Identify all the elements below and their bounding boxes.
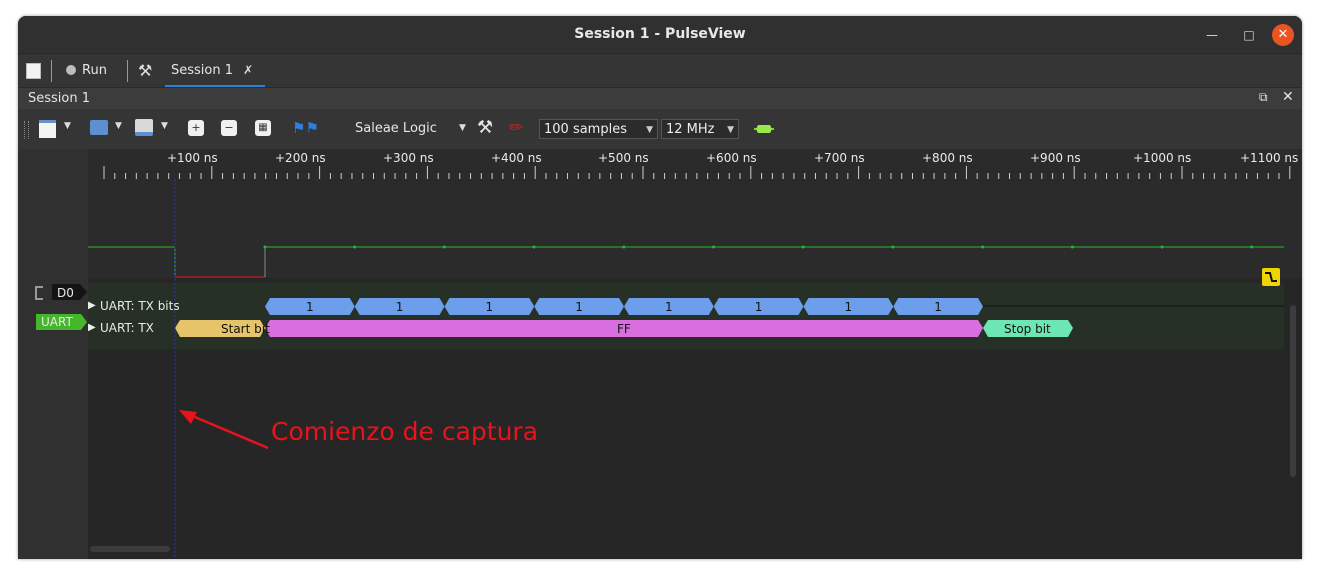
sample-dot	[1160, 245, 1164, 249]
tick-label: +900 ns	[1030, 151, 1081, 165]
open-file-icon[interactable]	[90, 120, 108, 135]
horizontal-scrollbar[interactable]	[90, 546, 170, 552]
close-button[interactable]: ✕	[1272, 24, 1294, 46]
tab-label: Session 1	[171, 63, 234, 78]
tick-label: +1000 ns	[1133, 151, 1192, 165]
device-config-icon[interactable]: ⚒	[477, 117, 493, 138]
uart-badge-text: UART	[41, 315, 73, 329]
probe-icon[interactable]: ✏	[509, 118, 523, 138]
trace-view[interactable]: 1 1 1 1 1 1 1 1 Start bit FF Stop bit Comienzo …	[88, 179, 1302, 559]
sample-dot	[891, 245, 895, 249]
session-dock-title: Session 1	[28, 91, 91, 106]
sample-rate-select[interactable]: 12 MHz ▼	[661, 119, 739, 139]
sample-dot	[1070, 245, 1074, 249]
sample-rate-value: 12 MHz	[666, 122, 715, 137]
annotation-text: Comienzo de captura	[271, 417, 539, 446]
tab-pin-icon[interactable]: ✗	[243, 63, 253, 77]
trigger-falling-edge-icon[interactable]	[1262, 268, 1280, 286]
zoom-in-icon[interactable]: +	[188, 120, 204, 136]
tick-label: +700 ns	[814, 151, 865, 165]
undock-icon[interactable]: ⧉	[1259, 90, 1268, 105]
sample-dot	[532, 245, 536, 249]
settings-tools-icon[interactable]: ⚒	[138, 61, 152, 80]
sample-dot	[442, 245, 446, 249]
tick-label: +200 ns	[275, 151, 326, 165]
device-selector[interactable]: Saleae Logic	[355, 121, 437, 136]
save-file-icon[interactable]	[135, 119, 153, 136]
tx-row-label: UART: TX	[100, 321, 154, 335]
chevron-down-icon: ▼	[646, 125, 653, 135]
sample-dot	[353, 245, 357, 249]
session-toolbar: ▼ ▼ ▼ + − ▦ ⚑⚑ Saleae Logic ▼ ⚒ ✏ 100 sa…	[18, 109, 1302, 149]
run-label: Run	[82, 63, 107, 78]
tick-label: +300 ns	[383, 151, 434, 165]
dock-close-icon[interactable]: ✕	[1282, 89, 1294, 105]
sample-dot	[1250, 245, 1254, 249]
cursor-markers-icon[interactable]: ⚑⚑	[292, 119, 319, 137]
annotation-arrow	[182, 410, 269, 450]
arrowhead-icon	[179, 410, 197, 424]
chevron-down-icon[interactable]: ▼	[115, 121, 122, 131]
add-decoder-icon[interactable]	[754, 123, 774, 133]
title-bar: Session 1 - PulseView — □ ✕	[18, 16, 1302, 53]
stop-bit-text: Stop bit	[1004, 322, 1051, 336]
tick-label: +500 ns	[598, 151, 649, 165]
time-ruler: +100 ns +200 ns +300 ns +400 ns +500 ns …	[88, 149, 1302, 179]
new-session-icon[interactable]	[26, 63, 41, 79]
tx-bit-value: 1	[934, 300, 942, 314]
tick-label: +400 ns	[491, 151, 542, 165]
session-dock-bar: Session 1 ⧉ ✕	[18, 87, 1302, 110]
tx-bit-value: 1	[665, 300, 673, 314]
device-dropdown-chevron-icon[interactable]: ▼	[459, 123, 466, 133]
tx-bit-value: 1	[306, 300, 314, 314]
run-button[interactable]: Run	[66, 54, 107, 87]
sample-count-select[interactable]: 100 samples ▼	[539, 119, 658, 139]
tx-bit-value: 1	[755, 300, 763, 314]
minimize-button[interactable]: —	[1201, 24, 1223, 46]
vertical-scrollbar[interactable]	[1290, 305, 1296, 477]
tick-label: +600 ns	[706, 151, 757, 165]
tx-bit-value: 1	[486, 300, 494, 314]
tick-label: +800 ns	[922, 151, 973, 165]
tx-bit-value: 1	[845, 300, 853, 314]
expand-arrow-icon[interactable]: ▶	[88, 300, 96, 311]
toolbar-grip-icon	[24, 121, 29, 139]
sample-dot	[712, 245, 715, 249]
zoom-fit-icon[interactable]: ▦	[255, 120, 271, 136]
ruler-ticks	[103, 166, 1291, 179]
expand-arrow-icon[interactable]: ▶	[88, 322, 96, 333]
sample-dot	[801, 245, 805, 249]
chevron-down-icon[interactable]: ▼	[161, 121, 168, 131]
separator	[51, 60, 52, 82]
tx-bits-row-label: UART: TX bits	[100, 299, 180, 313]
tick-label: +100 ns	[167, 151, 218, 165]
zoom-out-icon[interactable]: −	[221, 120, 237, 136]
window-title: Session 1 - PulseView	[574, 26, 746, 42]
maximize-button[interactable]: □	[1238, 24, 1260, 46]
run-indicator-icon	[66, 65, 76, 75]
device-name: Saleae Logic	[355, 121, 437, 136]
new-view-icon[interactable]	[39, 120, 56, 138]
sample-dot	[263, 245, 267, 249]
tx-bits-row: 1 1 1 1 1 1 1 1	[265, 298, 983, 315]
tx-bit-value: 1	[396, 300, 404, 314]
sample-dot	[622, 245, 626, 249]
chevron-down-icon[interactable]: ▼	[64, 121, 71, 131]
start-bit-text: Start bit	[221, 322, 270, 336]
chevron-down-icon: ▼	[727, 125, 734, 135]
main-tab-bar: Run ⚒ Session 1 ✗	[18, 53, 1302, 88]
d0-label-text: D0	[57, 286, 74, 300]
sample-count-value: 100 samples	[544, 122, 627, 137]
pulseview-window: Session 1 - PulseView — □ ✕ Run ⚒ Sessio…	[18, 16, 1302, 559]
separator	[127, 60, 128, 82]
tx-bit-value: 1	[575, 300, 583, 314]
tab-session-1[interactable]: Session 1 ✗	[165, 54, 265, 87]
signal-canvas: 1 1 1 1 1 1 1 1	[88, 179, 1284, 559]
tick-label: +1100 ns	[1240, 151, 1299, 165]
sample-dot	[981, 245, 985, 249]
channel-grip-icon[interactable]	[35, 286, 43, 300]
trace-header-column: D0 UART	[18, 149, 88, 559]
data-byte-text: FF	[617, 322, 631, 336]
